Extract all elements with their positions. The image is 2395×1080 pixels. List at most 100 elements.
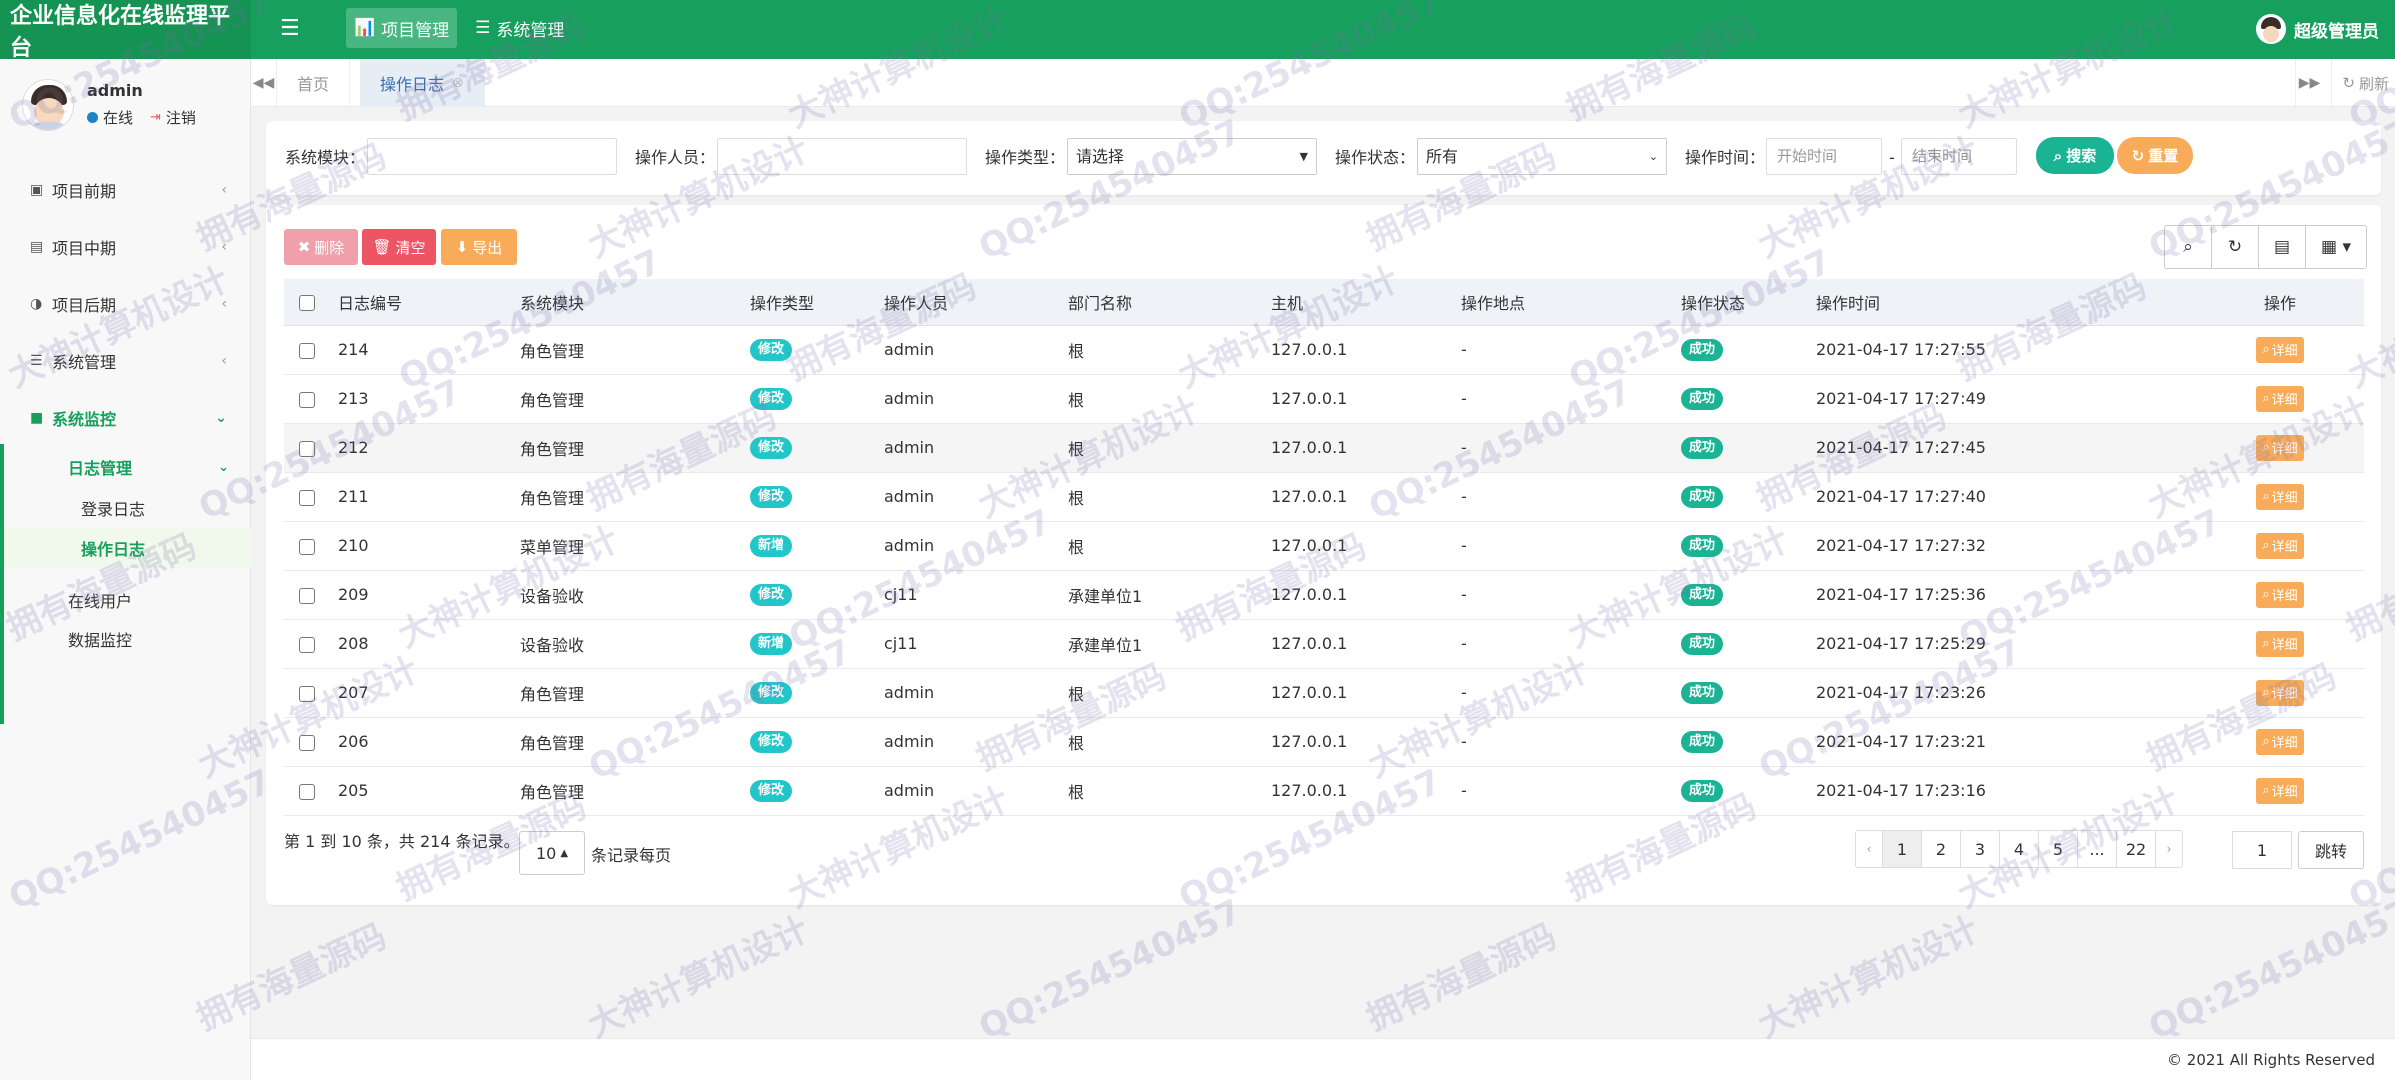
- prev-page-button[interactable]: ‹: [1855, 830, 1883, 868]
- detail-button[interactable]: ⌕ 详细: [2256, 434, 2304, 461]
- table-row[interactable]: 209 设备验收 修改 cj11 承建单位1 127.0.0.1- 成功 2021-04-17…: [284, 570, 2364, 620]
- operator-input[interactable]: [717, 138, 967, 175]
- table-row[interactable]: 210 菜单管理 新增 admin 根 127.0.0.1- 成功 2021-04-17 17…: [284, 521, 2364, 571]
- toggle-view-button[interactable]: ▤: [2258, 225, 2306, 269]
- next-page-button[interactable]: ›: [2155, 830, 2183, 868]
- row-checkbox[interactable]: [299, 342, 315, 359]
- type-select[interactable]: 请选择 ▼: [1067, 138, 1317, 175]
- table-row[interactable]: 205 角色管理 修改 admin 根 127.0.0.1- 成功 2021-04-17 17…: [284, 766, 2364, 816]
- tab-home[interactable]: 首页: [277, 59, 351, 107]
- table-row[interactable]: 206 角色管理 修改 admin 根 127.0.0.1- 成功 2021-04-17 17…: [284, 717, 2364, 767]
- type-label: 操作类型：: [985, 148, 1066, 167]
- column-header[interactable]: 操作状态: [1681, 279, 1816, 326]
- start-time-input[interactable]: 开始时间: [1766, 138, 1882, 175]
- end-time-input[interactable]: 结束时间: [1901, 138, 2017, 175]
- export-button[interactable]: ⬇ 导出: [441, 229, 517, 265]
- detail-button[interactable]: ⌕ 详细: [2256, 777, 2304, 804]
- row-checkbox[interactable]: [299, 734, 315, 751]
- type-cell: 修改: [750, 325, 884, 375]
- sidebar-item-system-monitor[interactable]: ■ 系统监控 ⌄: [0, 389, 251, 446]
- close-icon[interactable]: ⊗: [452, 75, 464, 91]
- detail-button[interactable]: ⌕ 详细: [2256, 532, 2304, 559]
- column-header[interactable]: 操作人员: [884, 279, 1068, 326]
- top-nav-label: 系统管理: [496, 20, 565, 41]
- sidebar-subitem-operation-log[interactable]: 操作日志: [0, 528, 251, 568]
- column-header[interactable]: 日志编号: [338, 279, 520, 326]
- column-header[interactable]: 主机: [1271, 279, 1461, 326]
- row-checkbox[interactable]: [299, 685, 315, 702]
- table-row[interactable]: 214 角色管理 修改 admin 根 127.0.0.1- 成功 2021-04-17 17…: [284, 325, 2364, 375]
- reset-button[interactable]: ↻ 重置: [2117, 137, 2193, 174]
- top-nav-project-management[interactable]: 📊 项目管理: [346, 8, 458, 48]
- detail-button[interactable]: ⌕ 详细: [2256, 483, 2304, 510]
- sidebar-subitem-log-management[interactable]: 日志管理 ⌄: [0, 446, 251, 488]
- table-row[interactable]: 211 角色管理 修改 admin 根 127.0.0.1- 成功 2021-04-17 17…: [284, 472, 2364, 522]
- avatar[interactable]: [22, 79, 74, 131]
- refresh-button[interactable]: ↻ 刷新: [2331, 59, 2389, 107]
- row-checkbox[interactable]: [299, 636, 315, 653]
- hamburger-menu-icon[interactable]: ☰: [280, 16, 300, 41]
- row-checkbox[interactable]: [299, 440, 315, 457]
- row-checkbox[interactable]: [299, 489, 315, 506]
- log-id-cell: 209: [338, 570, 520, 620]
- sidebar-subitem-login-log[interactable]: 登录日志: [0, 488, 251, 528]
- delete-button[interactable]: ✖ 删除: [284, 229, 358, 265]
- page-button[interactable]: 1: [1882, 830, 1922, 868]
- jump-page-input[interactable]: 1: [2232, 831, 2292, 869]
- table-row[interactable]: 208 设备验收 新增 cj11 承建单位1 127.0.0.1- 成功 2021-04-17…: [284, 619, 2364, 669]
- clipboard-icon: ▤: [30, 238, 44, 255]
- column-header[interactable]: 操作地点: [1461, 279, 1681, 326]
- column-header[interactable]: 操作时间: [1816, 279, 2196, 326]
- columns-button[interactable]: ▦ ▾: [2305, 225, 2367, 269]
- tabs-scroll-right-icon[interactable]: ▶▶: [2295, 59, 2323, 107]
- column-header[interactable]: 操作类型: [750, 279, 884, 326]
- tabs-scroll-left-icon[interactable]: ◀◀: [251, 59, 277, 107]
- search-icon: ⌕: [2262, 391, 2270, 406]
- sidebar-subitem-data-monitor[interactable]: 数据监控: [0, 619, 251, 658]
- detail-button[interactable]: ⌕ 详细: [2256, 336, 2304, 363]
- table-row[interactable]: 207 角色管理 修改 admin 根 127.0.0.1- 成功 2021-04-17 17…: [284, 668, 2364, 718]
- detail-button[interactable]: ⌕ 详细: [2256, 581, 2304, 608]
- status-badge: 成功: [1681, 682, 1724, 704]
- sidebar-subitem-online-users[interactable]: 在线用户: [0, 580, 251, 619]
- status-label: 操作状态：: [1335, 148, 1416, 167]
- sidebar-item-project-middle[interactable]: ▤ 项目中期 ‹: [0, 218, 251, 275]
- type-badge: 修改: [750, 780, 793, 802]
- logout-link[interactable]: 注销: [166, 107, 196, 128]
- row-checkbox[interactable]: [299, 587, 315, 604]
- tab-operation-log[interactable]: 操作日志 ⊗: [360, 59, 485, 107]
- top-user-menu[interactable]: 超级管理员: [2256, 14, 2379, 44]
- status-select[interactable]: 所有 ⌄: [1417, 138, 1667, 175]
- sidebar-item-project-late[interactable]: ◑ 项目后期 ‹: [0, 275, 251, 332]
- sidebar-item-project-early[interactable]: ▣ 项目前期 ‹: [0, 161, 251, 218]
- row-checkbox[interactable]: [299, 783, 315, 800]
- refresh-table-button[interactable]: ↻: [2211, 225, 2259, 269]
- detail-button[interactable]: ⌕ 详细: [2256, 630, 2304, 657]
- search-icon: ⌕: [2053, 146, 2063, 165]
- table-row[interactable]: 212 角色管理 修改 admin 根 127.0.0.1- 成功 2021-04-17 17…: [284, 423, 2364, 473]
- table-row[interactable]: 213 角色管理 修改 admin 根 127.0.0.1- 成功 2021-04-17 17…: [284, 374, 2364, 424]
- column-header[interactable]: 部门名称: [1068, 279, 1271, 326]
- select-all-checkbox[interactable]: [299, 294, 315, 311]
- detail-button[interactable]: ⌕ 详细: [2256, 385, 2304, 412]
- logout-icon[interactable]: ⇥: [150, 110, 161, 125]
- page-button[interactable]: 3: [1960, 830, 2000, 868]
- row-checkbox[interactable]: [299, 538, 315, 555]
- detail-button[interactable]: ⌕ 详细: [2256, 679, 2304, 706]
- list-icon: ☰: [30, 352, 43, 369]
- top-nav-system-management[interactable]: ☰ 系统管理: [467, 8, 572, 48]
- page-button[interactable]: 22: [2116, 830, 2156, 868]
- page-size-select[interactable]: 10 ▲: [519, 831, 585, 875]
- page-button[interactable]: 4: [1999, 830, 2039, 868]
- toggle-search-button[interactable]: ⌕: [2164, 225, 2212, 269]
- module-input[interactable]: [367, 138, 617, 175]
- sidebar-item-system-management[interactable]: ☰ 系统管理 ‹: [0, 332, 251, 389]
- detail-button[interactable]: ⌕ 详细: [2256, 728, 2304, 755]
- page-button[interactable]: 2: [1921, 830, 1961, 868]
- column-header[interactable]: 系统模块: [520, 279, 750, 326]
- clear-button[interactable]: 🗑 清空: [362, 229, 436, 265]
- page-button[interactable]: 5: [2038, 830, 2078, 868]
- search-button[interactable]: ⌕ 搜索: [2036, 137, 2114, 174]
- jump-button[interactable]: 跳转: [2298, 831, 2364, 869]
- row-checkbox[interactable]: [299, 391, 315, 408]
